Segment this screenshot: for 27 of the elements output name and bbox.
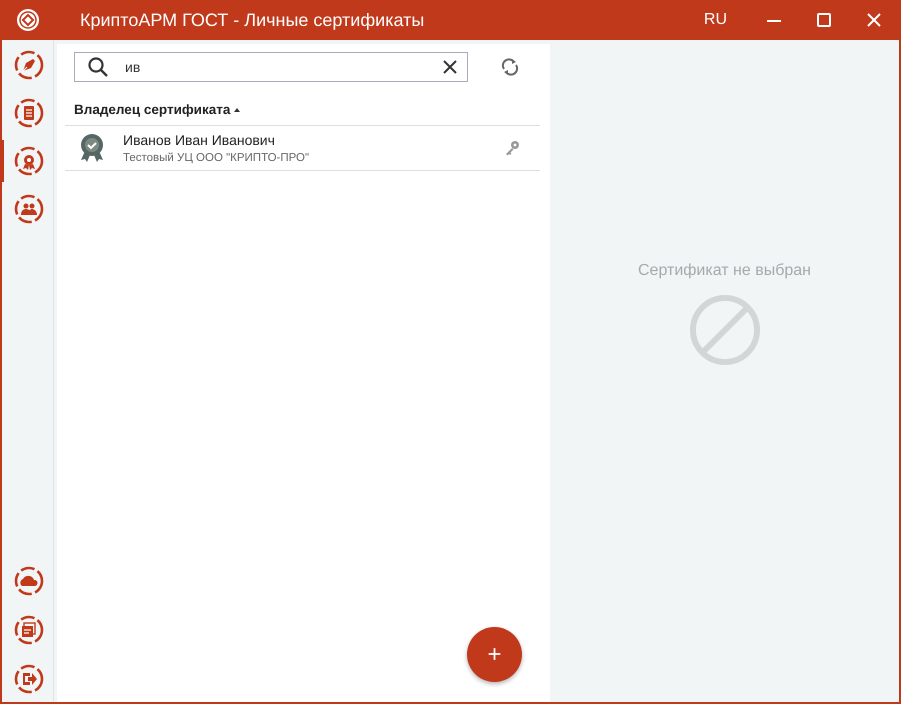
empty-state-text: Сертификат не выбран xyxy=(638,262,811,280)
column-header[interactable]: Владелец сертификата xyxy=(74,102,230,117)
clear-icon[interactable] xyxy=(443,60,457,74)
issuer-name: Тестовый УЦ ООО "КРИПТО-ПРО" xyxy=(123,152,310,164)
pen-icon[interactable] xyxy=(14,50,44,80)
badge-icon[interactable] xyxy=(14,146,44,176)
owner-name: Иванов Иван Иванович xyxy=(123,132,276,148)
search-box[interactable]: ив xyxy=(74,52,468,82)
search-icon xyxy=(87,56,109,78)
cloud-icon[interactable] xyxy=(14,566,44,596)
add-button[interactable]: + xyxy=(467,627,522,682)
people-icon[interactable] xyxy=(14,194,44,224)
exit-icon[interactable] xyxy=(14,664,44,694)
document-icon[interactable] xyxy=(14,98,44,128)
window-list-icon[interactable] xyxy=(14,615,44,645)
language-code: RU xyxy=(704,11,727,29)
certificate-row[interactable]: Иванов Иван Иванович Тестовый УЦ ООО "КРИПТО-ПРО" xyxy=(65,126,540,171)
sort-ascending-icon[interactable] xyxy=(234,108,240,112)
maximize-icon xyxy=(816,12,832,28)
minimize-icon xyxy=(767,20,781,22)
close-icon xyxy=(866,12,882,28)
app-logo xyxy=(16,8,40,32)
window-title: КриптоАРМ ГОСТ - Личные сертификаты xyxy=(80,10,426,30)
refresh-icon[interactable] xyxy=(500,57,520,77)
key-icon xyxy=(504,140,520,156)
prohibited-icon xyxy=(688,294,760,366)
certificate-badge-icon xyxy=(79,133,105,163)
